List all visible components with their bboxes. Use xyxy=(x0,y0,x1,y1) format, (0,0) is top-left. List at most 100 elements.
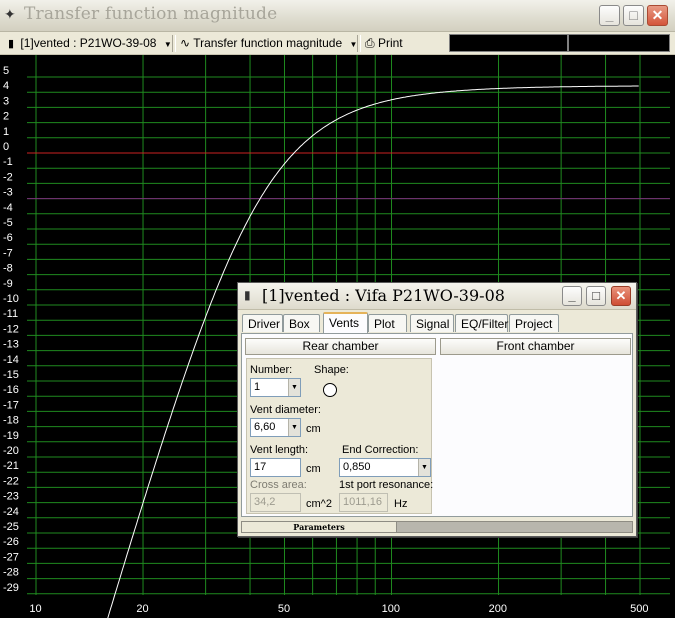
port-resonance-unit: Hz xyxy=(394,498,408,510)
cross-area-field: 34,2 xyxy=(250,493,301,512)
minimize-icon: _ xyxy=(568,288,576,303)
y-tick-label: -16 xyxy=(3,384,19,396)
y-tick-label: -5 xyxy=(3,217,13,229)
tab-eq-filter[interactable]: EQ/Filter xyxy=(455,314,508,332)
print-label: Print xyxy=(377,36,403,50)
maximize-button[interactable]: □ xyxy=(623,5,644,26)
tab-signal[interactable]: Signal xyxy=(410,314,454,332)
y-tick-label: -21 xyxy=(3,460,19,472)
y-tick-label: -14 xyxy=(3,354,19,366)
tab-vents[interactable]: Vents xyxy=(323,312,368,333)
view-dropdown[interactable]: ∿ Transfer function magnitude ▼ xyxy=(180,35,357,51)
number-select[interactable]: 1 ▼ xyxy=(250,378,301,397)
circle-shape-icon[interactable] xyxy=(323,383,337,397)
end-correction-select[interactable]: 0,850 ▼ xyxy=(339,458,431,477)
y-tick-label: -27 xyxy=(3,551,19,563)
tab-project[interactable]: Project xyxy=(509,314,559,332)
rear-chamber-button[interactable]: Rear chamber xyxy=(245,338,436,355)
status-display-2 xyxy=(568,34,670,52)
y-tick-label: -29 xyxy=(3,582,19,594)
y-tick-label: -20 xyxy=(3,445,19,457)
project-dropdown[interactable]: ▮ [1]vented : P21WO-39-08 ▼ xyxy=(8,35,172,51)
maximize-icon: □ xyxy=(592,288,600,303)
tab-box[interactable]: Box xyxy=(283,314,320,332)
port-resonance-field: 1011,16 xyxy=(339,493,388,512)
dialog-title: [1]vented : Vifa P21WO-39-08 xyxy=(262,286,505,305)
y-tick-label: -19 xyxy=(3,430,19,442)
x-tick-label: 50 xyxy=(278,603,290,615)
shape-label: Shape: xyxy=(314,364,349,376)
chevron-down-icon: ▼ xyxy=(163,40,172,49)
tab-driver[interactable]: Driver xyxy=(242,314,283,332)
y-tick-label: -9 xyxy=(3,278,13,290)
window-title: Transfer function magnitude xyxy=(24,4,278,24)
y-tick-label: -2 xyxy=(3,171,13,183)
y-tick-label: -24 xyxy=(3,506,19,518)
curve-icon: ∿ xyxy=(180,36,191,50)
vent-length-unit: cm xyxy=(306,463,321,475)
y-tick-label: -7 xyxy=(3,247,13,259)
document-icon: ▮ xyxy=(8,38,15,50)
y-tick-label: -18 xyxy=(3,415,19,427)
close-icon: ✕ xyxy=(615,288,627,303)
chevron-down-icon[interactable]: ▼ xyxy=(418,459,430,476)
app-icon: ✦ xyxy=(4,6,16,22)
port-resonance-label: 1st port resonance: xyxy=(339,479,434,491)
maximize-icon: □ xyxy=(629,7,638,23)
y-tick-label: -11 xyxy=(3,308,18,320)
status-display-1 xyxy=(449,34,568,52)
y-tick-label: 3 xyxy=(3,95,9,107)
end-correction-label: End Correction: xyxy=(342,444,419,456)
y-tick-label: -15 xyxy=(3,369,19,381)
front-chamber-button[interactable]: Front chamber xyxy=(440,338,631,355)
chevron-down-icon[interactable]: ▼ xyxy=(288,379,300,396)
dialog-close-button[interactable]: ✕ xyxy=(611,286,631,306)
chevron-down-icon[interactable]: ▼ xyxy=(288,419,300,436)
vent-diameter-select[interactable]: 6,60 ▼ xyxy=(250,418,301,437)
y-tick-label: -17 xyxy=(3,399,19,411)
tab-parameters[interactable]: Parameters xyxy=(242,522,397,532)
y-tick-label: 2 xyxy=(3,111,9,123)
minimize-button[interactable]: _ xyxy=(599,5,620,26)
y-tick-label: -22 xyxy=(3,475,19,487)
number-value: 1 xyxy=(254,381,261,393)
printer-icon: ⎙ xyxy=(365,36,375,50)
number-label: Number: xyxy=(250,364,293,376)
close-button[interactable]: ✕ xyxy=(647,5,668,26)
y-tick-label: -13 xyxy=(3,339,19,351)
dialog-title-bar[interactable]: ▮ [1]vented : Vifa P21WO-39-08 _ □ ✕ xyxy=(238,283,636,310)
y-tick-label: 1 xyxy=(3,126,9,138)
vent-diameter-value: 6,60 xyxy=(254,421,276,433)
tab-plot[interactable]: Plot xyxy=(368,314,407,332)
toolbar-separator xyxy=(357,35,361,52)
y-tick-label: -12 xyxy=(3,323,19,335)
y-tick-label: 0 xyxy=(3,141,9,153)
y-tick-label: -26 xyxy=(3,536,19,548)
x-tick-label: 20 xyxy=(136,603,148,615)
y-tick-label: 5 xyxy=(3,65,9,77)
y-tick-label: -3 xyxy=(3,187,13,199)
y-tick-label: -28 xyxy=(3,567,19,579)
vent-length-field[interactable]: 17 xyxy=(250,458,301,477)
dialog-maximize-button[interactable]: □ xyxy=(586,286,606,306)
cross-area-label: Cross area: xyxy=(250,479,307,491)
project-dropdown-label: [1]vented : P21WO-39-08 xyxy=(20,36,157,50)
y-tick-label: -4 xyxy=(3,202,13,214)
dialog-minimize-button[interactable]: _ xyxy=(562,286,582,306)
y-tick-label: -23 xyxy=(3,491,19,503)
toolbar-separator xyxy=(172,35,176,52)
y-tick-label: 4 xyxy=(3,80,9,92)
y-tick-label: -10 xyxy=(3,293,19,305)
minimize-icon: _ xyxy=(605,7,614,23)
parameters-tabbar: Parameters xyxy=(241,521,633,533)
vent-diameter-unit: cm xyxy=(306,423,321,435)
y-tick-label: -25 xyxy=(3,521,19,533)
vent-length-label: Vent length: xyxy=(250,444,309,456)
vent-dialog: ▮ [1]vented : Vifa P21WO-39-08 _ □ ✕ Dri… xyxy=(237,282,637,537)
vents-tab-panel: Rear chamber Front chamber Number: Shape… xyxy=(241,333,633,517)
cross-area-unit: cm^2 xyxy=(306,498,332,510)
close-icon: ✕ xyxy=(651,7,664,23)
print-button[interactable]: ⎙ Print xyxy=(365,35,403,51)
x-tick-label: 200 xyxy=(489,603,507,615)
rear-chamber-group: Number: Shape: 1 ▼ Vent diameter: 6,60 ▼… xyxy=(246,358,434,514)
